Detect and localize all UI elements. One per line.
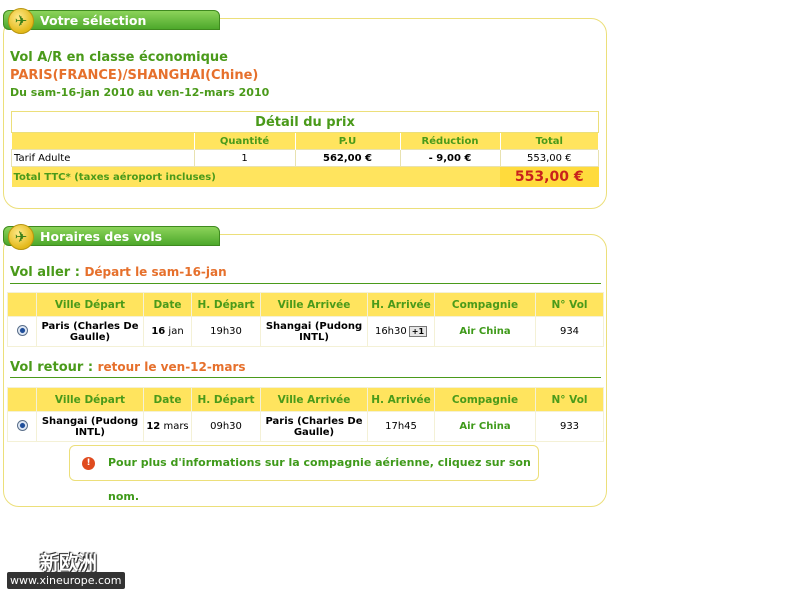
outbound-flight-row[interactable]: Paris (Charles De Gaulle) 16 jan 19h30 S…: [8, 317, 603, 346]
col-airline: Compagnie: [435, 293, 535, 316]
outbound-dep: 19h30: [192, 317, 260, 346]
outbound-from: Paris (Charles De Gaulle): [37, 317, 143, 346]
outbound-to: Shangai (Pudong INTL): [261, 317, 367, 346]
price-row-pu: 562,00 €: [294, 149, 401, 167]
price-row: Tarif Adulte 1 562,00 € - 9,00 € 553,00 …: [11, 149, 599, 167]
col-date: Date: [144, 388, 191, 411]
outbound-arr-cell: 16h30 +1: [368, 317, 434, 346]
return-heading: Vol retour : retour le ven-12-mars: [10, 360, 246, 375]
col-arr: H. Arrivée: [368, 388, 434, 411]
selection-title: Vol A/R en classe économique: [10, 50, 228, 65]
watermark-cn: 新欧洲: [40, 552, 98, 574]
price-col-total: Total: [500, 132, 599, 150]
price-table: Détail du prix Quantité P.U Réduction To…: [11, 111, 599, 187]
outbound-date-day: 16: [151, 326, 166, 337]
selection-tab-label: Votre sélection: [40, 13, 147, 28]
price-col-empty: [11, 132, 195, 150]
outbound-subheading: Départ le sam-16-jan: [84, 265, 227, 279]
airplane-icon: ✈: [8, 224, 34, 250]
outbound-number: 934: [536, 317, 603, 346]
selection-tab: ✈ Votre sélection: [3, 8, 220, 34]
return-number: 933: [536, 412, 603, 441]
return-table: Ville Départ Date H. Départ Ville Arrivé…: [7, 387, 604, 442]
price-total-row: Total TTC* (taxes aéroport incluses) 553…: [11, 166, 599, 187]
watermark-url: www.xineurope.com: [7, 572, 125, 589]
col-select: [8, 388, 36, 411]
outbound-divider: [10, 283, 601, 284]
return-date-month: mars: [163, 421, 189, 432]
return-dep: 09h30: [192, 412, 260, 441]
price-total-label: Total TTC* (taxes aéroport incluses): [11, 166, 500, 187]
outbound-airline-link[interactable]: Air China: [435, 317, 535, 346]
price-title: Détail du prix: [11, 111, 599, 133]
info-icon: !: [82, 457, 95, 470]
return-date-day: 12: [146, 421, 161, 432]
col-select: [8, 293, 36, 316]
col-dep: H. Départ: [192, 388, 260, 411]
outbound-heading-label: Vol aller: [10, 265, 71, 280]
return-to: Paris (Charles De Gaulle): [261, 412, 367, 441]
col-airline: Compagnie: [435, 388, 535, 411]
return-arr: 17h45: [368, 412, 434, 441]
price-row-total: 553,00 €: [499, 149, 599, 167]
col-from: Ville Départ: [37, 293, 143, 316]
airplane-icon: ✈: [8, 8, 34, 34]
outbound-date-month: jan: [168, 326, 184, 337]
price-col-qty: Quantité: [194, 132, 296, 150]
return-date: 12 mars: [144, 412, 191, 441]
selection-dates: Du sam-16-jan 2010 au ven-12-mars 2010: [10, 86, 270, 99]
outbound-arr: 16h30: [374, 326, 407, 337]
col-number: N° Vol: [536, 388, 603, 411]
airline-info-notice: ! Pour plus d'informations sur la compag…: [69, 445, 539, 503]
selection-route: PARIS(FRANCE)/SHANGHAI(Chine): [10, 68, 259, 83]
return-radio[interactable]: [16, 419, 28, 431]
outbound-table: Ville Départ Date H. Départ Ville Arrivé…: [7, 292, 604, 347]
price-row-reduction: - 9,00 €: [399, 149, 501, 167]
col-dep: H. Départ: [192, 293, 260, 316]
col-to: Ville Arrivée: [261, 293, 367, 316]
outbound-date: 16 jan: [144, 317, 191, 346]
col-number: N° Vol: [536, 293, 603, 316]
price-row-label: Tarif Adulte: [11, 149, 195, 167]
col-from: Ville Départ: [37, 388, 143, 411]
col-to: Ville Arrivée: [261, 388, 367, 411]
price-col-reduction: Réduction: [400, 132, 501, 150]
price-row-qty: 1: [193, 149, 296, 167]
return-subheading: retour le ven-12-mars: [97, 360, 246, 374]
outbound-radio[interactable]: [16, 324, 28, 336]
col-date: Date: [144, 293, 191, 316]
price-col-pu: P.U: [295, 132, 401, 150]
return-airline-link[interactable]: Air China: [435, 412, 535, 441]
outbound-heading: Vol aller : Départ le sam-16-jan: [10, 265, 227, 280]
return-divider: [10, 377, 601, 378]
plus-one-day-badge: +1: [408, 326, 428, 337]
col-arr: H. Arrivée: [368, 293, 434, 316]
schedule-tab-label: Horaires des vols: [40, 229, 163, 244]
price-total-value: 553,00 €: [500, 166, 599, 187]
schedule-tab: ✈ Horaires des vols: [3, 224, 220, 250]
return-heading-label: Vol retour: [10, 360, 84, 375]
return-flight-row[interactable]: Shangai (Pudong INTL) 12 mars 09h30 Pari…: [8, 412, 603, 441]
return-from: Shangai (Pudong INTL): [37, 412, 143, 441]
